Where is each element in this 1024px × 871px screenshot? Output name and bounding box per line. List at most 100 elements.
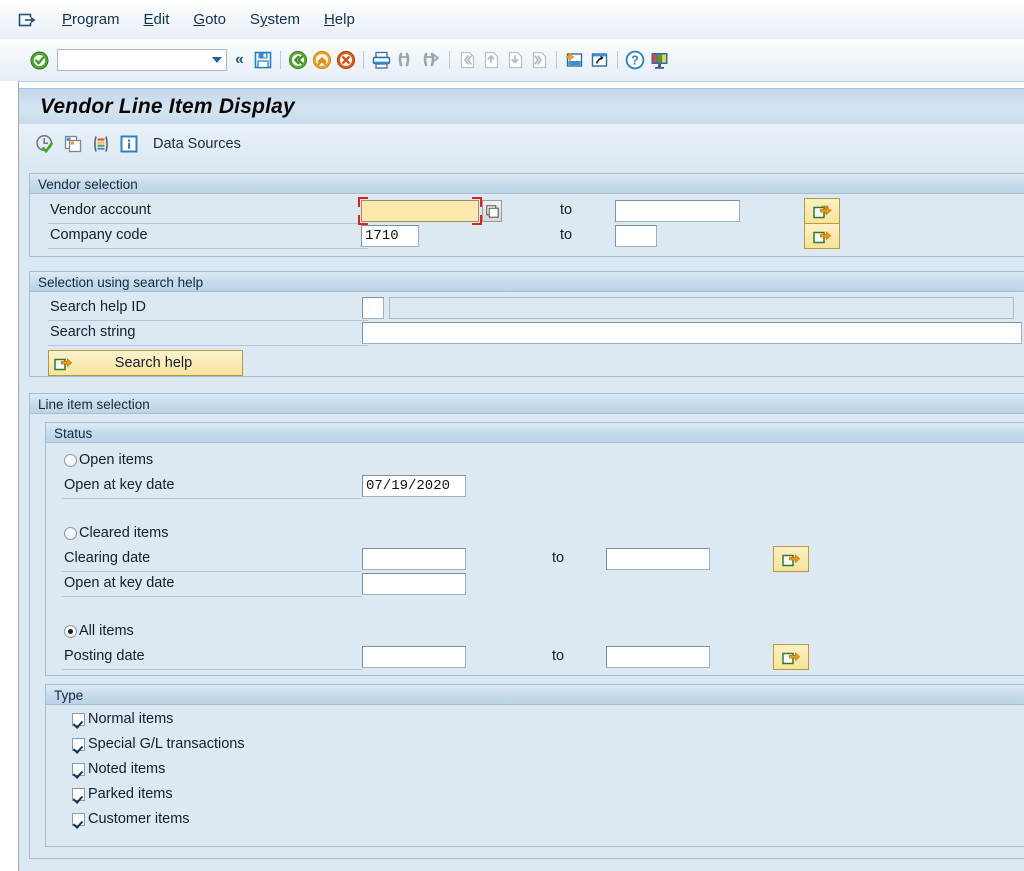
company-code-label: Company code	[50, 227, 148, 243]
row-underline	[62, 669, 362, 670]
clearing-date-to-input[interactable]	[606, 548, 710, 570]
special-gl-transactions-label: Special G/L transactions	[88, 736, 245, 752]
menu-item-help[interactable]: Help	[312, 9, 367, 30]
company-code-to-input[interactable]	[615, 225, 657, 247]
cancel-icon[interactable]	[336, 50, 356, 70]
row-underline	[62, 498, 362, 499]
data-sources-label[interactable]: Data Sources	[153, 136, 241, 152]
menu-bar: PProgramrogram Edit Goto System Help	[0, 0, 1024, 40]
row-underline	[48, 320, 368, 321]
posting-date-label: Posting date	[64, 648, 145, 664]
search-help-id-text	[389, 297, 1014, 319]
open-items-label: Open items	[79, 452, 154, 468]
posting-date-from-input[interactable]	[362, 646, 466, 668]
clearing-date-multiple-selection-button[interactable]	[773, 546, 809, 572]
open-items-radio-row[interactable]: Open items	[64, 452, 153, 468]
save-icon[interactable]	[253, 50, 273, 70]
last-page-icon[interactable]	[529, 50, 549, 70]
first-page-icon[interactable]	[457, 50, 477, 70]
focus-corner	[472, 215, 482, 225]
create-shortcut-icon[interactable]	[589, 50, 610, 70]
search-help-id-input[interactable]	[362, 297, 384, 319]
focus-corner	[358, 215, 368, 225]
search-string-label: Search string	[50, 324, 136, 340]
previous-page-icon[interactable]	[481, 50, 501, 70]
svg-text:?: ?	[631, 54, 639, 68]
normal-items-checkbox[interactable]	[72, 712, 85, 726]
application-toolbar: Data Sources	[19, 124, 1024, 165]
search-string-input[interactable]	[362, 322, 1022, 344]
company-code-multiple-selection-button[interactable]	[804, 223, 840, 249]
normal-items-label: Normal items	[88, 711, 174, 727]
checkbox-row-normal-items[interactable]: Normal items	[72, 711, 173, 727]
selection-screen: Vendor selection Vendor account to Compa…	[19, 164, 1024, 871]
get-variant-icon[interactable]	[63, 134, 83, 154]
open-at-key-date-input[interactable]	[362, 475, 466, 497]
checkbox-row-parked-items[interactable]: Parked items	[72, 786, 173, 802]
cleared-items-radio-row[interactable]: Cleared items	[64, 525, 168, 541]
checkbox-row-noted-items[interactable]: Noted items	[72, 761, 165, 777]
double-chevron-left-icon[interactable]: «	[235, 51, 244, 69]
information-icon[interactable]	[119, 134, 139, 154]
posting-date-to-input[interactable]	[606, 646, 710, 668]
left-margin	[0, 81, 18, 871]
clearing-date-to-label: to	[552, 550, 565, 566]
help-icon[interactable]: ?	[625, 50, 645, 70]
vendor-selection-group: Vendor selection Vendor account to Compa…	[29, 173, 1024, 257]
chevron-down-icon[interactable]	[212, 57, 222, 63]
vendor-account-to-input[interactable]	[615, 200, 740, 222]
clearing-date-from-input[interactable]	[362, 548, 466, 570]
command-input[interactable]	[58, 51, 212, 69]
find-next-icon[interactable]	[421, 50, 442, 70]
search-help-button-label: Search help	[114, 355, 193, 371]
menu-item-system[interactable]: System	[238, 9, 312, 30]
command-field[interactable]	[57, 49, 227, 71]
sap-gui-window: PProgramrogram Edit Goto System Help «	[0, 0, 1024, 871]
vendor-account-multiple-selection-button[interactable]	[804, 198, 840, 224]
search-help-button[interactable]: Search help	[48, 350, 243, 376]
search-help-id-label: Search help ID	[50, 299, 146, 315]
matchcode-search-help-icon[interactable]	[482, 200, 502, 222]
exit-icon[interactable]	[312, 50, 332, 70]
all-items-label: All items	[79, 623, 134, 639]
create-session-icon[interactable]	[564, 50, 585, 70]
customize-layout-icon[interactable]	[649, 50, 670, 70]
find-icon[interactable]	[396, 50, 417, 70]
toolbar-separator	[362, 51, 364, 69]
checkbox-row-customer-items[interactable]: Customer items	[72, 811, 190, 827]
green-check-enter-icon[interactable]	[30, 51, 49, 70]
selection-options-icon[interactable]	[91, 134, 111, 154]
type-group: Type Normal items Special G/L transactio…	[45, 684, 1024, 847]
checkbox-row-special-gl-transactions[interactable]: Special G/L transactions	[72, 736, 245, 752]
posting-date-multiple-selection-button[interactable]	[773, 644, 809, 670]
execute-icon[interactable]	[35, 134, 55, 154]
cleared-items-radio[interactable]	[64, 526, 77, 540]
back-icon[interactable]	[288, 50, 308, 70]
parked-items-label: Parked items	[88, 786, 173, 802]
menu-item-goto[interactable]: Goto	[181, 9, 238, 30]
vendor-selection-title: Vendor selection	[30, 173, 1024, 194]
all-items-radio-row[interactable]: All items	[64, 623, 134, 639]
vendor-account-from-input[interactable]	[361, 200, 479, 222]
menu-item-program[interactable]: PProgramrogram	[50, 9, 132, 30]
toolbar-separator	[279, 51, 281, 69]
exit-arrow-icon[interactable]	[18, 12, 38, 28]
noted-items-checkbox[interactable]	[72, 762, 85, 776]
customer-items-checkbox[interactable]	[72, 812, 85, 826]
next-page-icon[interactable]	[505, 50, 525, 70]
menu-item-edit[interactable]: Edit	[132, 9, 182, 30]
status-title: Status	[46, 422, 1024, 443]
print-icon[interactable]	[371, 50, 392, 70]
row-underline	[62, 596, 362, 597]
page-title: Vendor Line Item Display	[40, 95, 295, 118]
company-code-from-input[interactable]	[361, 225, 419, 247]
cleared-items-label: Cleared items	[79, 525, 169, 541]
open-items-radio[interactable]	[64, 453, 77, 467]
all-items-radio[interactable]	[64, 624, 77, 638]
system-toolbar: « ?	[0, 39, 1024, 82]
cleared-open-at-key-date-input[interactable]	[362, 573, 466, 595]
parked-items-checkbox[interactable]	[72, 787, 85, 801]
row-underline	[48, 248, 368, 249]
special-gl-transactions-checkbox[interactable]	[72, 737, 85, 751]
posting-date-to-label: to	[552, 648, 565, 664]
